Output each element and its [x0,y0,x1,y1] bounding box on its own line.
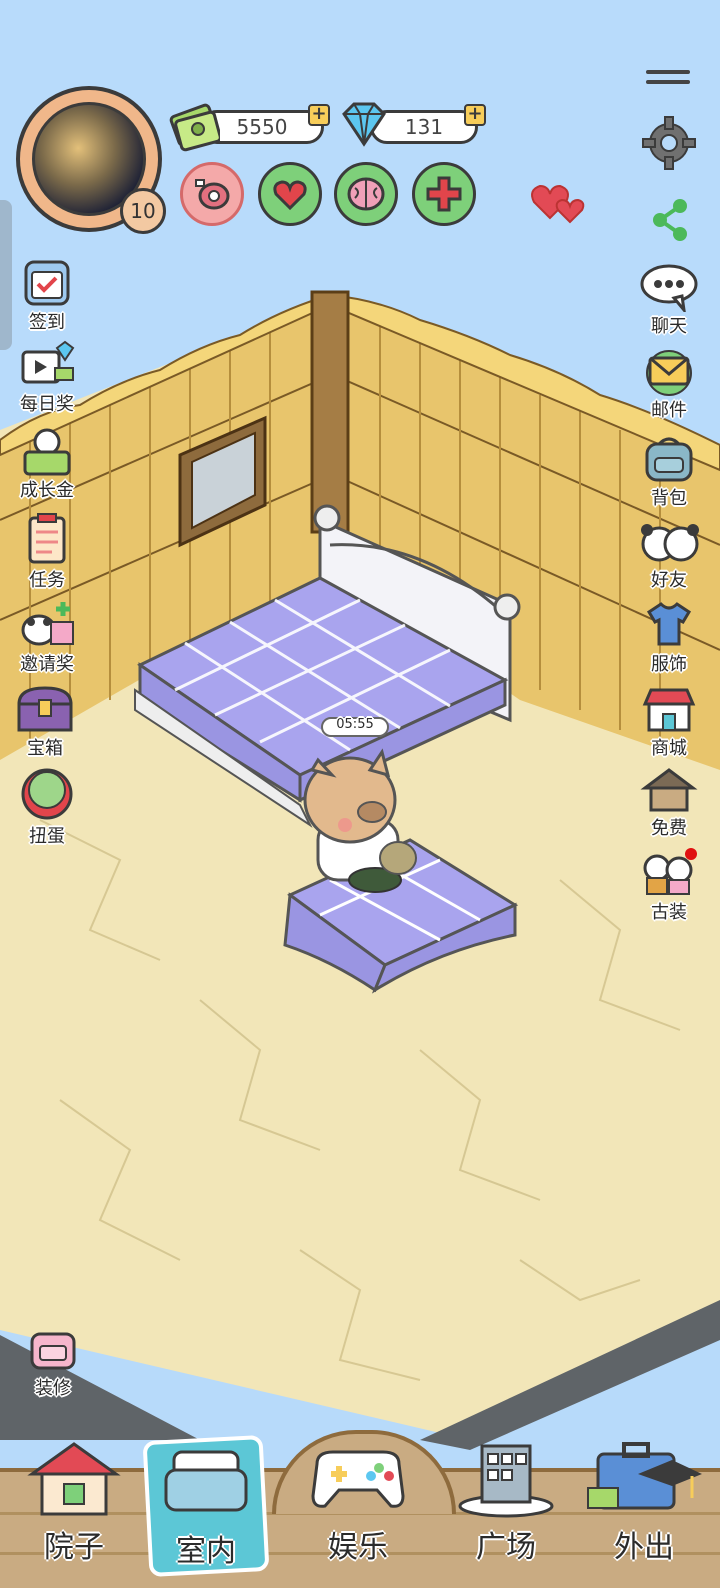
right-menu-label: 免费 [651,818,687,839]
decorate-label: 装修 [35,1378,71,1399]
left-menu-item-tasks[interactable]: 任务 [10,512,84,592]
free-house-icon [640,768,698,812]
add-diamond-button[interactable]: + [464,104,486,126]
left-menu-item-growth[interactable]: 成长金 [10,424,84,502]
right-menu-item-mail[interactable]: 邮件 [632,350,706,422]
left-menu-label: 签到 [29,312,65,333]
task-icon [28,513,66,564]
room-scene [0,290,720,1450]
meat-icon [195,179,230,210]
add-cash-button[interactable]: + [308,104,330,126]
bed-icon [164,1450,248,1512]
level-value: 10 [130,199,156,223]
nav-label: 院子 [44,1530,104,1565]
share-icon[interactable] [648,196,692,244]
nav-plaza[interactable]: 广场 [446,1440,566,1566]
invite-icon [21,602,74,646]
diamond-value: 131 [404,115,444,139]
left-menu-item-chest[interactable]: 宝箱 [8,684,82,760]
nav-label: 广场 [476,1530,536,1565]
right-menu-label: 聊天 [651,316,687,337]
cash-value: 5550 [236,115,288,139]
left-menu-item-checkin[interactable]: 签到 [10,258,84,334]
decorate-button[interactable]: 装修 [16,1328,90,1400]
task-timer: 05:55 [336,717,374,732]
settings-gear-icon[interactable] [640,114,698,172]
gamepad-icon [311,1450,405,1508]
costume-icon [643,848,697,895]
right-menu-item-costume[interactable]: 古装 [632,846,706,924]
right-menu-item-chat[interactable]: 聊天 [632,262,706,338]
nav-label: 娱乐 [328,1530,388,1565]
heart-icon [273,180,307,211]
nav-indoor[interactable]: 室内 [142,1434,270,1578]
intelligence-stat[interactable] [334,162,398,226]
left-menu-label: 每日奖 [20,394,74,415]
menu-button[interactable] [646,66,690,90]
hunger-stat[interactable] [180,162,244,226]
suitcase-icon [587,1442,702,1510]
hearts-icon[interactable] [528,174,592,228]
left-menu-item-daily[interactable]: 每日奖 [10,340,84,416]
mail-icon [646,350,692,396]
right-menu-label: 背包 [651,488,687,509]
cash-icon [169,103,220,152]
right-menu-item-friends[interactable]: 好友 [632,516,706,592]
right-menu-item-backpack[interactable]: 背包 [632,434,706,510]
right-menu-label: 古装 [651,902,687,923]
nav-entertainment[interactable]: 娱乐 [298,1440,418,1566]
mood-stat[interactable] [258,162,322,226]
friends-icon [641,524,699,562]
nav-outing[interactable]: 外出 [584,1438,704,1566]
left-menu-item-gacha[interactable]: 扭蛋 [10,766,84,848]
gacha-icon [21,768,73,820]
plus-health-icon [426,176,462,212]
brain-icon [347,177,385,211]
nav-label: 室内 [176,1534,236,1569]
left-menu-label: 扭蛋 [29,826,65,847]
right-menu-label: 邮件 [651,400,687,421]
house-icon [27,1442,121,1516]
chat-icon [640,264,698,312]
shop-icon [642,688,696,732]
growth-fund-icon [23,428,71,476]
backpack-icon [645,437,693,482]
health-stat[interactable] [412,162,476,226]
right-menu-label: 好友 [651,570,687,591]
left-menu-label: 成长金 [20,480,74,501]
left-menu-label: 宝箱 [27,738,63,759]
right-menu-label: 服饰 [651,654,687,675]
treasure-chest-icon [17,686,73,732]
right-menu-item-free[interactable]: 免费 [632,764,706,840]
left-menu-label: 邀请奖 [20,654,74,675]
right-menu-item-clothes[interactable]: 服饰 [632,598,706,676]
right-menu-label: 商城 [651,738,687,759]
right-menu-item-shop[interactable]: 商城 [632,682,706,760]
checkin-icon [24,260,70,306]
clothes-icon [646,602,692,646]
level-badge: 10 [120,188,166,234]
left-menu-label: 任务 [29,570,65,591]
sofa-icon [30,1332,76,1370]
hamburger-icon [646,70,690,74]
nav-label: 外出 [614,1530,674,1565]
nav-yard[interactable]: 院子 [14,1440,134,1566]
left-menu-item-invite[interactable]: 邀请奖 [10,598,84,676]
building-icon [458,1444,554,1518]
diamond-icon [342,102,386,147]
daily-video-icon [21,340,75,384]
